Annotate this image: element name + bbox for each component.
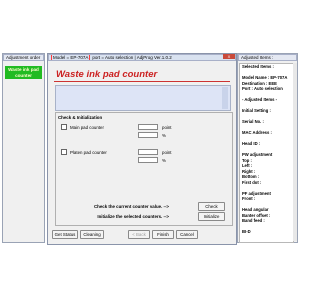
adjusted-items-titlebar: Adjusted Items : xyxy=(238,54,297,61)
adjusted-item: Model Name : EP-707A xyxy=(242,75,288,80)
model-name-label: Model = EP-707A xyxy=(51,55,91,60)
adjusted-items-scrollbar[interactable] xyxy=(293,63,297,241)
main-pad-percent-unit: % xyxy=(162,133,166,138)
platen-pad-point-unit: point xyxy=(162,150,172,155)
main-pad-counter-label: Main pad counter xyxy=(70,124,104,130)
main-window: Model = EP-707A port = Auto selection | A… xyxy=(47,53,237,245)
platen-pad-counter-checkbox[interactable] xyxy=(61,149,67,155)
back-button[interactable]: < Back xyxy=(128,230,150,239)
close-button[interactable]: X xyxy=(223,54,235,59)
main-pad-counter-checkbox[interactable] xyxy=(61,124,67,130)
group-title: Check & Initialization xyxy=(58,115,103,120)
adjustment-order-title: Adjustment order xyxy=(6,55,41,60)
main-titlebar: Model = EP-707A port = Auto selection | A… xyxy=(48,54,236,61)
platen-pad-percent-value xyxy=(138,157,158,163)
adjustment-order-titlebar: Adjustment order xyxy=(3,54,44,61)
finish-button[interactable]: Finish xyxy=(152,230,174,239)
initialize-button[interactable]: Initialize xyxy=(198,212,225,221)
main-pad-percent-value xyxy=(138,132,158,138)
info-area-scrollbar[interactable] xyxy=(222,87,228,109)
cancel-button[interactable]: Cancel xyxy=(176,230,198,239)
adjusted-items-list: Selected Items : Model Name : EP-707A Des… xyxy=(239,63,294,243)
platen-pad-point-value xyxy=(138,149,158,155)
adjusted-items-window: Adjusted Items : Selected Items : Model … xyxy=(237,53,298,243)
initialize-instruction: Initialize the selected counters. --> xyxy=(97,214,169,219)
adjusted-items-title: Adjusted Items : xyxy=(241,55,274,60)
get-status-button[interactable]: Get Status xyxy=(52,230,78,239)
check-initialization-group: Check & Initialization Main pad counter … xyxy=(55,112,233,226)
main-pad-counter-row: Main pad counter xyxy=(61,124,104,130)
check-instruction: Check the current counter value. --> xyxy=(93,204,169,209)
page-title: Waste ink pad counter xyxy=(56,69,158,80)
check-button[interactable]: Check xyxy=(198,202,225,211)
adjustment-order-window: Adjustment order Waste ink pad counter xyxy=(2,53,45,243)
platen-pad-percent-unit: % xyxy=(162,158,166,163)
adjusted-item: BI-D xyxy=(242,229,251,234)
platen-pad-counter-row: Platen pad counter xyxy=(61,149,107,155)
title-underline xyxy=(54,81,230,82)
info-area xyxy=(55,85,231,111)
main-pad-point-value xyxy=(138,124,158,130)
cleaning-button[interactable]: Cleaning xyxy=(80,230,104,239)
main-pad-point-unit: point xyxy=(162,125,172,130)
main-title-rest: port = Auto selection | AdjProg Ver.1.0.… xyxy=(92,55,172,60)
platen-pad-counter-label: Platen pad counter xyxy=(70,149,107,155)
adjustment-item-waste-ink-pad-counter[interactable]: Waste ink pad counter xyxy=(5,66,42,79)
